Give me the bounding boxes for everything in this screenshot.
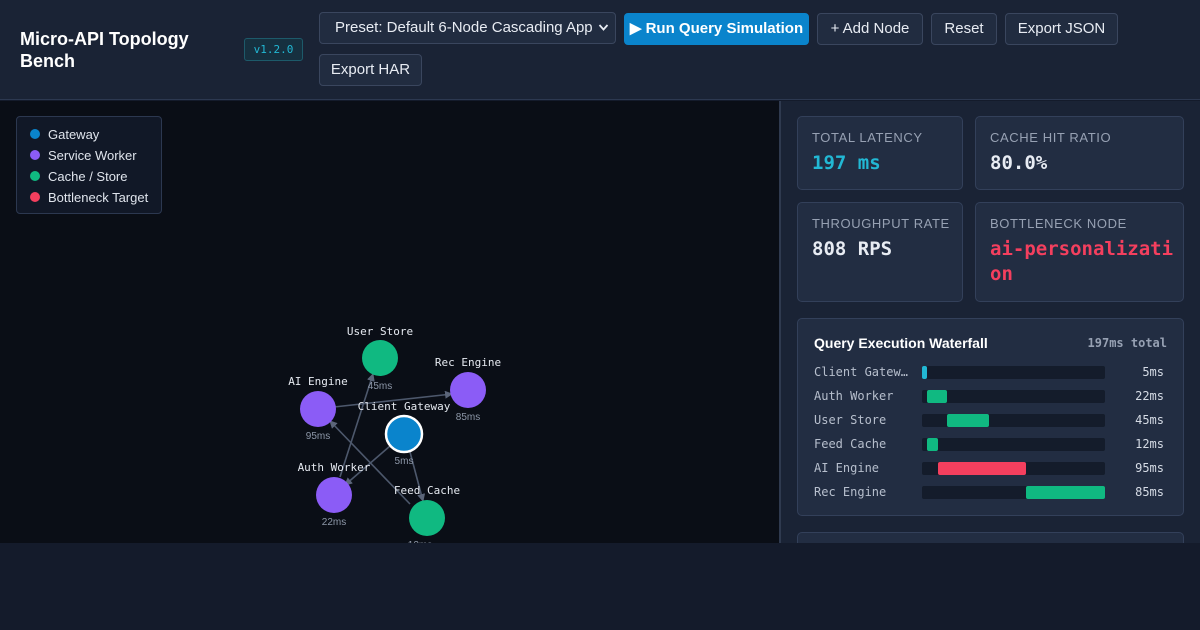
- waterfall-row-name: AI Engine: [814, 461, 880, 475]
- legend-swatch: [30, 171, 40, 181]
- node-latency: 85ms: [456, 412, 480, 423]
- waterfall-row-name: Auth Worker: [814, 389, 894, 403]
- legend-label: Service Worker: [48, 147, 137, 163]
- add-node-button[interactable]: + Add Node: [817, 13, 923, 45]
- run-simulation-button[interactable]: ▶ Run Query Simulation: [624, 13, 809, 45]
- bottleneck-value: ai-personalization: [990, 238, 1174, 285]
- total-latency-card: TOTAL LATENCY 197 ms: [797, 116, 963, 190]
- waterfall-row-name: Client Gateway: [814, 365, 911, 379]
- legend-item-cache-store: Cache / Store: [30, 168, 128, 184]
- waterfall-row[interactable]: Auth Worker 22ms: [814, 389, 1168, 405]
- waterfall-row[interactable]: Client Gateway 5ms: [814, 365, 1168, 381]
- node-latency: 12ms: [408, 540, 432, 543]
- legend-label: Bottleneck Target: [48, 189, 149, 205]
- total-latency-value: 197 ms: [812, 152, 881, 174]
- version-badge: v1.2.0: [244, 38, 303, 61]
- throughput-value: 808 RPS: [812, 238, 893, 260]
- waterfall-track: [922, 438, 1105, 451]
- waterfall-row-ms: 45ms: [1135, 413, 1164, 427]
- waterfall-row[interactable]: Rec Engine 85ms: [814, 485, 1168, 501]
- bottleneck-card: BOTTLENECK NODE ai-personalization: [975, 202, 1184, 302]
- waterfall-track: [922, 462, 1105, 475]
- preset-select-label: Preset: Default 6-Node Cascading App: [335, 19, 593, 36]
- waterfall-bar: [937, 462, 1027, 475]
- throughput-card: THROUGHPUT RATE 808 RPS: [797, 202, 963, 302]
- legend-item-gateway: Gateway: [30, 126, 99, 142]
- node-label: Rec Engine: [435, 356, 501, 369]
- app-title: Micro-API Topology Bench: [20, 29, 189, 71]
- node-user-store[interactable]: User Store 45ms: [347, 325, 413, 392]
- preset-select[interactable]: Preset: Default 6-Node Cascading App: [319, 12, 616, 44]
- waterfall-row[interactable]: AI Engine 95ms: [814, 461, 1168, 477]
- waterfall-track: [922, 414, 1105, 427]
- next-section-card: [797, 532, 1184, 543]
- legend-label: Cache / Store: [48, 168, 128, 184]
- throughput-label: THROUGHPUT RATE: [812, 216, 950, 231]
- waterfall-total: 197ms total: [1087, 336, 1167, 350]
- export-har-button[interactable]: Export HAR: [319, 54, 422, 86]
- waterfall-bar: [947, 414, 989, 427]
- waterfall-bar: [926, 438, 938, 451]
- waterfall-bar: [922, 366, 927, 379]
- reset-button[interactable]: Reset: [931, 13, 997, 45]
- cache-hit-label: CACHE HIT RATIO: [990, 130, 1112, 145]
- node-ai-engine[interactable]: AI Engine 95ms: [288, 375, 348, 442]
- waterfall-row-ms: 95ms: [1135, 461, 1164, 475]
- waterfall-bar: [1026, 486, 1105, 499]
- waterfall-row-ms: 5ms: [1142, 365, 1164, 379]
- node-latency: 22ms: [322, 517, 346, 528]
- node-label: Feed Cache: [394, 484, 460, 497]
- node-latency: 95ms: [306, 431, 330, 442]
- node-latency: 5ms: [395, 456, 414, 467]
- topology-canvas[interactable]: User Store 45ms Rec Engine 85ms AI Engin…: [0, 101, 779, 543]
- cache-hit-value: 80.0%: [990, 152, 1048, 174]
- node-label: Auth Worker: [298, 461, 371, 474]
- bottleneck-label: BOTTLENECK NODE: [990, 216, 1127, 231]
- waterfall-bar: [926, 390, 948, 403]
- node-legend: Gateway Service Worker Cache / Store Bot…: [16, 116, 162, 214]
- chevron-down-icon: [598, 13, 609, 55]
- waterfall-track: [922, 390, 1105, 403]
- waterfall-track: [922, 366, 1105, 379]
- node-auth-worker[interactable]: Auth Worker 22ms: [298, 461, 371, 528]
- node-label: Client Gateway: [358, 400, 451, 413]
- node-label: User Store: [347, 325, 413, 338]
- node-feed-cache[interactable]: Feed Cache 12ms: [394, 484, 460, 543]
- cache-hit-card: CACHE HIT RATIO 80.0%: [975, 116, 1184, 190]
- node-latency: 45ms: [368, 381, 392, 392]
- legend-item-service-worker: Service Worker: [30, 147, 137, 163]
- waterfall-row[interactable]: Feed Cache 12ms: [814, 437, 1168, 453]
- legend-swatch: [30, 192, 40, 202]
- node-client-gateway[interactable]: Client Gateway 5ms: [358, 400, 451, 467]
- legend-item-bottleneck: Bottleneck Target: [30, 189, 148, 205]
- legend-swatch: [30, 150, 40, 160]
- top-toolbar: Micro-API Topology Bench v1.2.0 Preset: …: [0, 0, 1200, 100]
- waterfall-row-name: Rec Engine: [814, 485, 887, 499]
- waterfall-row-name: Feed Cache: [814, 437, 887, 451]
- waterfall-card: Query Execution Waterfall 197ms total Cl…: [797, 318, 1184, 516]
- waterfall-row-name: User Store: [814, 413, 887, 427]
- total-latency-label: TOTAL LATENCY: [812, 130, 923, 145]
- legend-label: Gateway: [48, 126, 100, 142]
- waterfall-row-ms: 12ms: [1135, 437, 1164, 451]
- export-json-button[interactable]: Export JSON: [1005, 13, 1118, 45]
- waterfall-row[interactable]: User Store 45ms: [814, 413, 1168, 429]
- legend-swatch: [30, 129, 40, 139]
- waterfall-title: Query Execution Waterfall: [814, 335, 988, 351]
- metrics-panel: TOTAL LATENCY 197 ms CACHE HIT RATIO 80.…: [781, 101, 1200, 543]
- node-label: AI Engine: [288, 375, 348, 388]
- waterfall-row-ms: 22ms: [1135, 389, 1164, 403]
- waterfall-row-ms: 85ms: [1135, 485, 1164, 499]
- waterfall-track: [922, 486, 1105, 499]
